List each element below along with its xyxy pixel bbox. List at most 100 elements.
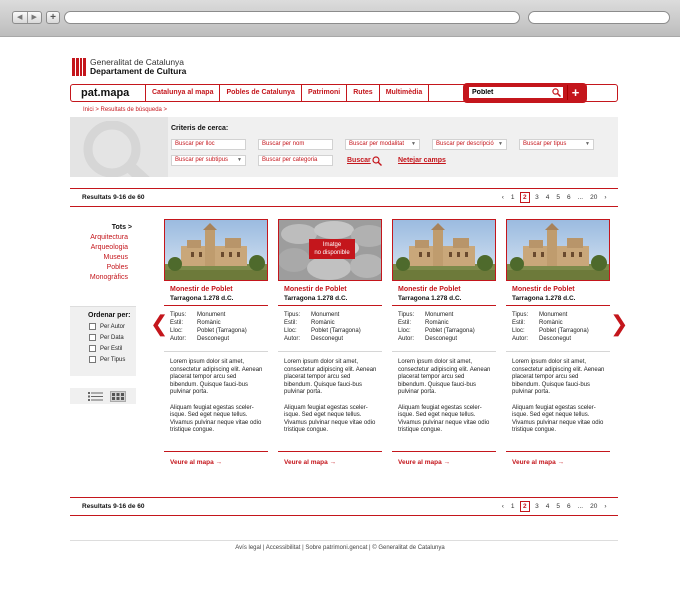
view-on-map-link[interactable]: Veure al mapa →: [284, 459, 336, 466]
card-desc-p1: Lorem ipsum dolor sit amet, consectetur …: [512, 359, 605, 395]
field-nom[interactable]: Buscar per nom: [258, 139, 333, 150]
card-divider: [164, 351, 268, 352]
pager-page-4[interactable]: 4: [546, 503, 550, 510]
checkbox[interactable]: [89, 356, 96, 363]
category-museus[interactable]: Museus: [70, 254, 136, 261]
advanced-search-button[interactable]: +: [567, 85, 583, 100]
pager-page-4[interactable]: 4: [546, 194, 550, 201]
new-tab-button[interactable]: +: [46, 11, 60, 24]
pager-page-3[interactable]: 3: [535, 503, 539, 510]
card-title[interactable]: Monestir de Poblet: [512, 286, 575, 293]
sort-option-autor[interactable]: Per Autor: [70, 323, 136, 330]
menu-pobles-de-catalunya[interactable]: Pobles de Catalunya: [220, 85, 302, 101]
meta-row: Lloc: Poblet (Tarragona): [284, 327, 361, 335]
pager-page-1[interactable]: 1: [511, 503, 515, 510]
site-brand[interactable]: pat.mapa: [71, 85, 146, 101]
back-button[interactable]: ◀: [13, 12, 27, 23]
pager-page-6[interactable]: 6: [567, 503, 571, 510]
view-on-map-link[interactable]: Veure al mapa →: [398, 459, 450, 466]
select-subtipus[interactable]: Buscar per subtipus ▼: [171, 155, 246, 166]
meta-key: Tipus:: [170, 312, 187, 318]
clear-fields-button[interactable]: Netejar camps: [398, 157, 446, 164]
list-view-icon[interactable]: [88, 392, 104, 401]
card-image[interactable]: Imatge no disponible: [278, 219, 382, 281]
grid-view-icon[interactable]: [110, 391, 126, 402]
menu-multimedia[interactable]: Multimèdia: [380, 85, 430, 101]
category-pobles[interactable]: Pobles: [70, 264, 136, 271]
card-title[interactable]: Monestir de Poblet: [284, 286, 347, 293]
footer-links[interactable]: Avís legal | Accessibilitat | Sobre patr…: [0, 545, 680, 551]
result-card[interactable]: Monestir de Poblet Tarragona 1.278 d.C. Ti…: [506, 219, 610, 471]
category-monografics[interactable]: Monogràfics: [70, 274, 136, 281]
pager-page-current[interactable]: 2: [520, 192, 530, 203]
result-card[interactable]: Imatge no disponible Monestir de Poblet Tar…: [278, 219, 382, 471]
sort-panel: Ordenar per: Per Autor Per Data Per Esti…: [70, 306, 136, 376]
sort-option-label: Per Autor: [100, 323, 126, 330]
card-divider: [164, 451, 268, 452]
address-bar[interactable]: [64, 11, 520, 24]
chevron-down-icon: ▼: [237, 157, 242, 163]
chevron-down-icon: ▼: [498, 141, 503, 147]
card-title[interactable]: Monestir de Poblet: [170, 286, 233, 293]
sort-option-estil[interactable]: Per Estil: [70, 345, 136, 352]
view-on-map-link[interactable]: Veure al mapa →: [170, 459, 222, 466]
select-modalitat[interactable]: Buscar per modalitat ▼: [345, 139, 420, 150]
sort-option-label: Per Estil: [100, 345, 123, 352]
card-image[interactable]: [506, 219, 610, 281]
forward-button[interactable]: ▶: [26, 12, 42, 23]
pager-prev[interactable]: ‹: [502, 503, 504, 510]
menu-patrimoni[interactable]: Patrimoni: [302, 85, 348, 101]
meta-key: Tipus:: [284, 312, 301, 318]
pager-page-20[interactable]: 20: [590, 194, 597, 201]
carousel-next-arrow[interactable]: ❯: [610, 312, 628, 337]
org-line-2: Departament de Cultura: [90, 66, 187, 76]
pager-next[interactable]: ›: [604, 194, 606, 201]
pager-page-3[interactable]: 3: [535, 194, 539, 201]
pager-page-current[interactable]: 2: [520, 501, 530, 512]
checkbox[interactable]: [89, 334, 96, 341]
top-search-input[interactable]: [469, 87, 549, 98]
field-lloc[interactable]: Buscar per lloc: [171, 139, 246, 150]
breadcrumb[interactable]: Inici > Resultats de búsqueda >: [83, 107, 167, 113]
card-title[interactable]: Monestir de Poblet: [398, 286, 461, 293]
category-all[interactable]: Tots >: [70, 224, 136, 231]
pager-page-6[interactable]: 6: [567, 194, 571, 201]
search-button[interactable]: Buscar: [347, 157, 371, 164]
meta-key: Autor:: [170, 336, 187, 342]
card-image[interactable]: [392, 219, 496, 281]
top-search-button[interactable]: [549, 87, 563, 98]
category-arquitectura[interactable]: Arquitectura: [70, 234, 136, 241]
card-image[interactable]: [164, 219, 268, 281]
pager-page-5[interactable]: 5: [556, 503, 560, 510]
pager-next[interactable]: ›: [604, 503, 606, 510]
card-subtitle: Tarragona 1.278 d.C.: [512, 295, 576, 302]
select-tipus[interactable]: Buscar per tipus ▼: [519, 139, 594, 150]
category-arqueologia[interactable]: Arqueologia: [70, 244, 136, 251]
pager-page-1[interactable]: 1: [511, 194, 515, 201]
pager-page-5[interactable]: 5: [556, 194, 560, 201]
meta-value: Romànic: [197, 320, 221, 326]
result-card[interactable]: Monestir de Poblet Tarragona 1.278 d.C. Ti…: [164, 219, 268, 471]
browser-search-bar[interactable]: [528, 11, 670, 24]
select-descripcio[interactable]: Buscar per descripció ▼: [432, 139, 507, 150]
meta-key: Lloc:: [284, 328, 297, 334]
generalitat-logo[interactable]: Generalitat de Catalunya Departament de …: [72, 58, 186, 76]
card-divider: [506, 351, 610, 352]
checkbox[interactable]: [89, 323, 96, 330]
sort-option-tipus[interactable]: Per Tipus: [70, 356, 136, 363]
meta-value: Desconegut: [425, 336, 458, 342]
card-description: Lorem ipsum dolor sit amet, consectetur …: [170, 359, 266, 435]
search-icon[interactable]: [372, 156, 382, 166]
meta-value: Romànic: [539, 320, 563, 326]
menu-catalunya-al-mapa[interactable]: Catalunya al mapa: [146, 85, 221, 101]
field-categoria[interactable]: Buscar per categoria: [258, 155, 333, 166]
card-desc-p1: Lorem ipsum dolor sit amet, consectetur …: [398, 359, 491, 395]
pager-prev[interactable]: ‹: [502, 194, 504, 201]
menu-rutes[interactable]: Rutes: [347, 85, 380, 101]
checkbox[interactable]: [89, 345, 96, 352]
result-card[interactable]: Monestir de Poblet Tarragona 1.278 d.C. Ti…: [392, 219, 496, 471]
view-on-map-link[interactable]: Veure al mapa →: [512, 459, 564, 466]
pager-page-20[interactable]: 20: [590, 503, 597, 510]
meta-key: Autor:: [398, 336, 415, 342]
sort-option-data[interactable]: Per Data: [70, 334, 136, 341]
